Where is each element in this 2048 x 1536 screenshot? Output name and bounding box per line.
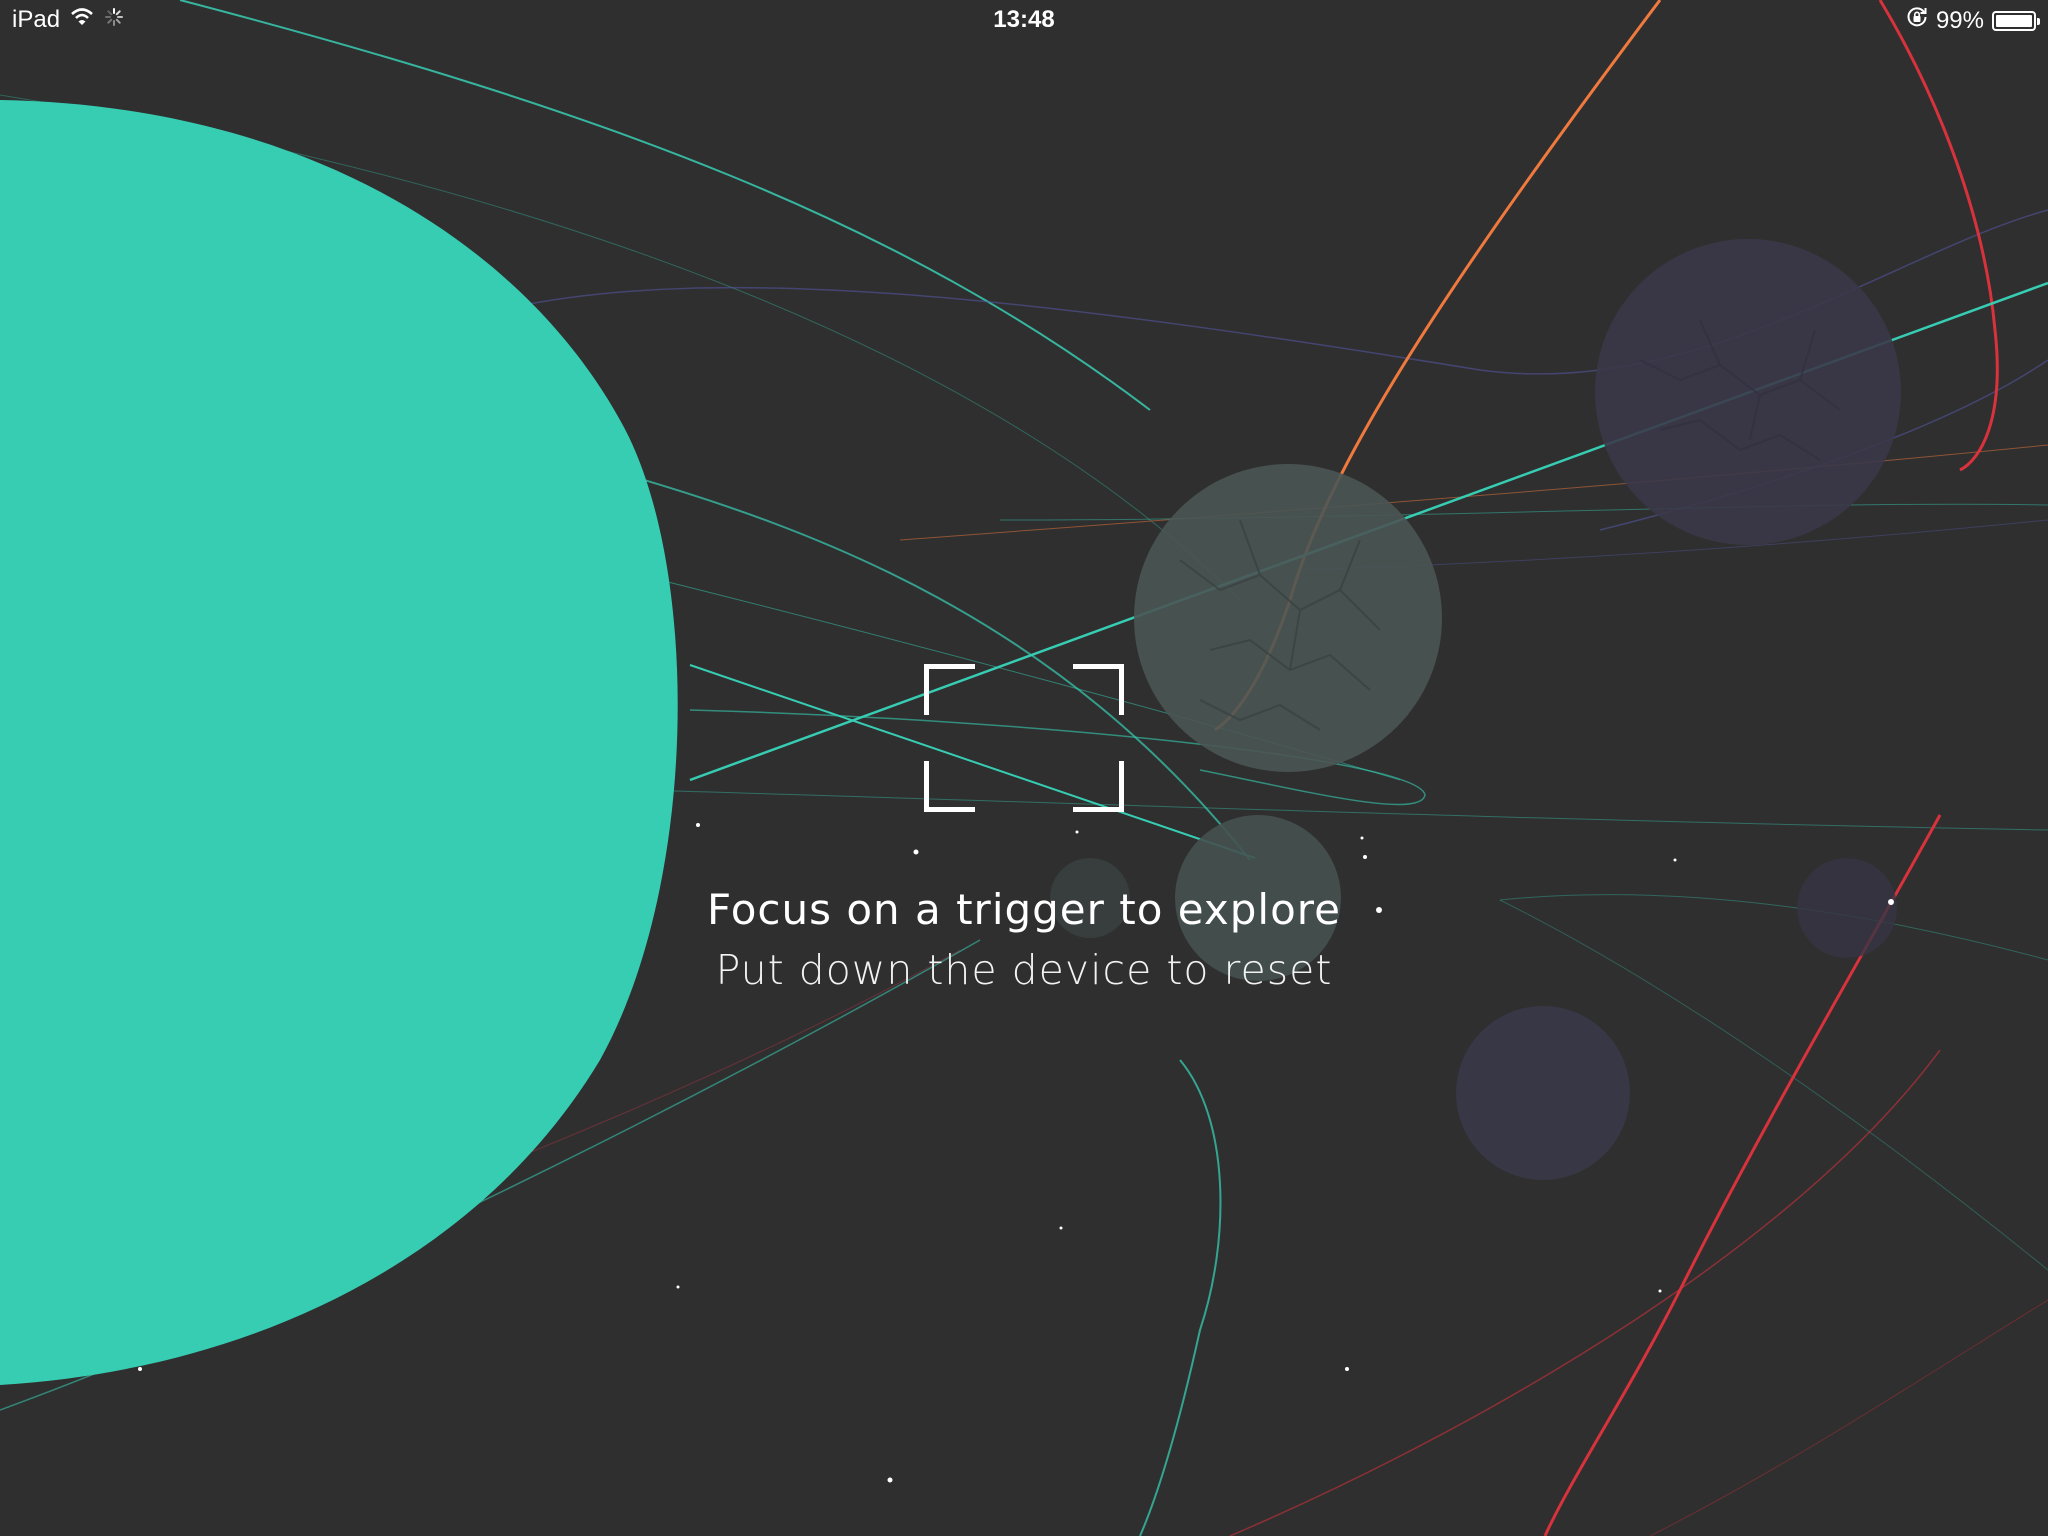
star (696, 823, 700, 827)
orbit-trail (1139, 1059, 1222, 1536)
orbit-trail (999, 503, 2048, 521)
reticle-corner-bottom-left (924, 761, 975, 812)
star (676, 1285, 680, 1289)
sphere-green (1134, 464, 1442, 772)
orbit-trail (1649, 1299, 2048, 1536)
status-bar: iPad 13:48 99% (0, 0, 2048, 40)
instructions: Focus on a trigger to explore Put down t… (0, 880, 2048, 1000)
status-time: 13:48 (993, 6, 1055, 33)
star (1360, 836, 1364, 840)
instruction-primary: Focus on a trigger to explore (707, 885, 1341, 934)
star (1059, 1226, 1063, 1230)
instruction-secondary: Put down the device to reset (715, 946, 1333, 994)
orbit-trail (639, 789, 2048, 831)
star (1075, 830, 1079, 834)
star (1673, 858, 1677, 862)
battery-fill (1996, 14, 2032, 27)
star (887, 1477, 893, 1483)
rotation-lock-icon (1906, 6, 1928, 35)
star (1345, 1367, 1349, 1371)
focus-reticle (924, 664, 1124, 812)
reticle-corner-top-right (1073, 664, 1124, 715)
planet-teal (0, 100, 678, 1385)
reticle-corner-bottom-right (1073, 761, 1124, 812)
sphere-purple-lower (1456, 1006, 1630, 1180)
star (913, 849, 919, 855)
status-bar-right: 99% (1906, 6, 2040, 35)
reticle-corner-top-left (924, 664, 975, 715)
battery-percent: 99% (1935, 6, 1984, 34)
star (138, 1367, 142, 1371)
battery-icon (1992, 10, 2040, 31)
star (1363, 855, 1367, 859)
battery-tip (2037, 17, 2040, 25)
ar-explore-screen: iPad 13:48 99% Focus on a trigger to exp… (0, 0, 2048, 1536)
sphere-purple (1595, 239, 1901, 545)
star (1658, 1289, 1662, 1293)
